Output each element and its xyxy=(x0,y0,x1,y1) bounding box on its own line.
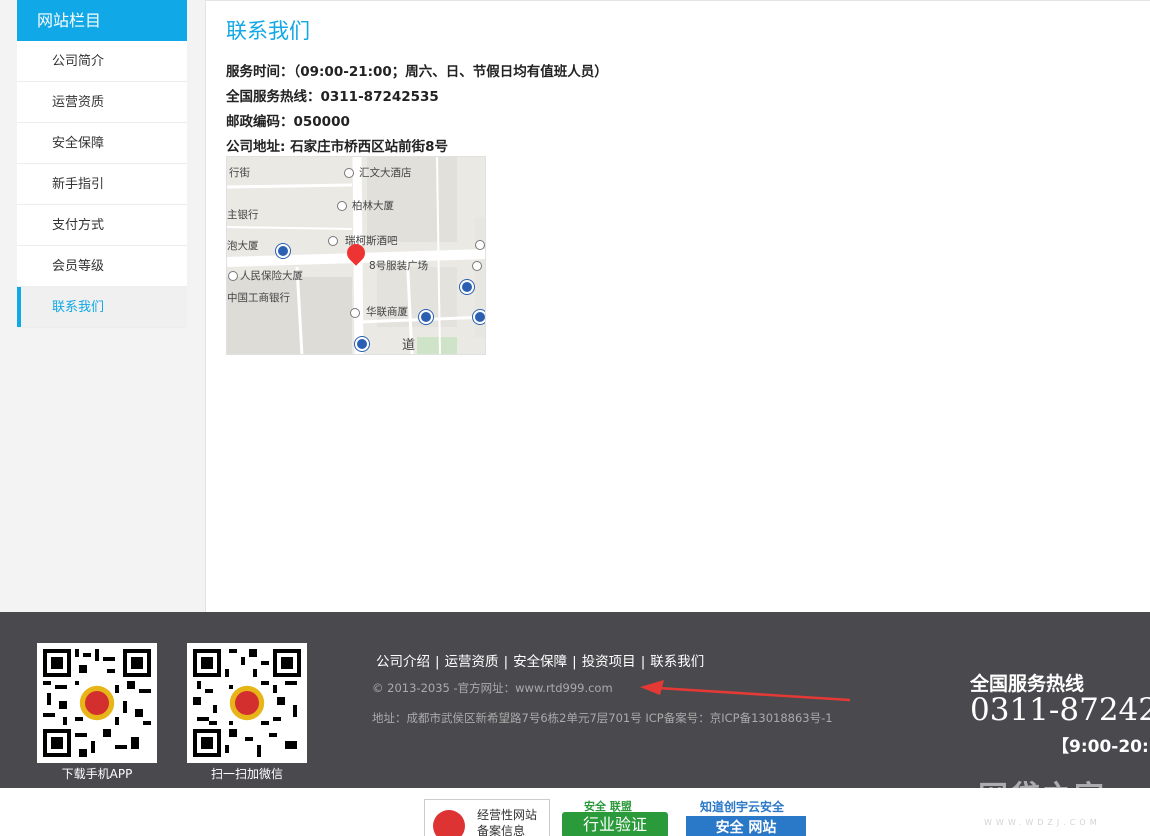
address-info: 公司地址: 石家庄市桥西区站前街8号 xyxy=(226,139,448,155)
footer-link-qualifications[interactable]: 运营资质 xyxy=(445,654,499,670)
sidebar-heading: 网站栏目 xyxy=(17,0,187,41)
badge-text: 经营性网站 xyxy=(477,808,538,822)
sidebar-item-payment[interactable]: 支付方式 xyxy=(17,205,187,246)
map-label: 中国工商银行 xyxy=(227,292,290,304)
hotel-icon xyxy=(344,168,354,178)
qr-app-caption: 下载手机APP xyxy=(61,767,133,781)
national-emblem-icon xyxy=(433,810,465,836)
poi-icon xyxy=(228,271,238,281)
industry-verification-badge[interactable]: 安全 联盟 行业验证 xyxy=(556,798,676,836)
qr-code-app xyxy=(37,643,157,763)
bus-stop-icon xyxy=(355,337,369,351)
badge-text: 备案信息 xyxy=(477,824,526,836)
watermark-url: WWW.WDZJ.COM xyxy=(984,818,1101,827)
badge-text: 安全 网站 xyxy=(686,816,806,836)
footer-address: 地址：成都市武侯区新希望路7号6栋2单元7层701号 ICP备案号：京ICP备1… xyxy=(372,711,833,725)
map-label: 人民保险大厦 xyxy=(240,270,303,282)
bus-stop-icon xyxy=(473,310,485,324)
poi-icon xyxy=(328,236,338,246)
bus-stop-icon xyxy=(419,310,433,324)
service-hours: 服务时间：（09:00-21:00；周六、日、节假日均有值班人员） xyxy=(226,64,608,80)
footer-links: 公司介绍 | 运营资质 | 安全保障 | 投资项目 | 联系我们 xyxy=(376,654,705,670)
map-label: 泡大厦 xyxy=(227,240,259,252)
postcode-info: 邮政编码：050000 xyxy=(226,114,350,130)
hotline-number: 0311-872425 xyxy=(970,692,1150,728)
qr-code-icon xyxy=(193,649,301,757)
copyright: © 2013-2035 -官方网址：www.rtd999.com xyxy=(372,681,613,695)
bus-stop-icon xyxy=(460,280,474,294)
map-label: 柏林大厦 xyxy=(352,200,394,212)
hotline-info: 全国服务热线：0311-87242535 xyxy=(226,89,439,105)
sidebar-item-qualifications[interactable]: 运营资质 xyxy=(17,82,187,123)
watermark-logo: 网贷之家 xyxy=(978,780,1106,815)
qr-code-icon xyxy=(43,649,151,757)
building-icon xyxy=(337,201,347,211)
poi-icon xyxy=(475,240,485,250)
map-label: 华联商厦 xyxy=(366,306,408,318)
store-icon xyxy=(350,308,360,318)
footer-link-projects[interactable]: 投资项目 xyxy=(582,654,636,670)
sidebar-item-security[interactable]: 安全保障 xyxy=(17,123,187,164)
sidebar-item-beginner-guide[interactable]: 新手指引 xyxy=(17,164,187,205)
bus-stop-icon xyxy=(276,244,290,258)
sidebar: 网站栏目 公司简介 运营资质 安全保障 新手指引 支付方式 会员等级 联系我们 xyxy=(17,0,187,328)
map-label: 行街 xyxy=(229,167,250,179)
qr-code-wechat xyxy=(187,643,307,763)
badge-text: 行业验证 xyxy=(562,812,668,836)
annotation-arrow-icon xyxy=(640,680,851,702)
sidebar-item-company-intro[interactable]: 公司简介 xyxy=(17,41,187,82)
footer-link-company[interactable]: 公司介绍 xyxy=(376,654,430,670)
website-record-badge[interactable]: 经营性网站 备案信息 xyxy=(424,799,550,836)
footer: 下载手机APP 扫一扫加微信 公司介绍 | 运营资质 | 安全保障 | 投资项目 | 联系我们 … xyxy=(0,612,1150,788)
poi-icon xyxy=(472,261,482,271)
map-label: 道 xyxy=(402,338,416,353)
footer-link-security[interactable]: 安全保障 xyxy=(513,654,567,670)
page-title: 联系我们 xyxy=(226,19,310,43)
cloud-security-badge[interactable]: 知道创宇云安全 安全 网站 xyxy=(682,798,812,836)
main-content: 联系我们 服务时间：（09:00-21:00；周六、日、节假日均有值班人员） 全… xyxy=(205,0,1150,612)
sidebar-item-contact[interactable]: 联系我们 xyxy=(17,287,187,328)
map-label: 主银行 xyxy=(227,209,259,221)
map-label: 汇文大酒店 xyxy=(359,167,412,179)
hotline-hours: 【9:00-20: xyxy=(1052,737,1149,757)
sidebar-item-membership[interactable]: 会员等级 xyxy=(17,246,187,287)
badge-text: 知道创宇云安全 xyxy=(700,800,785,814)
map-label: 8号服装广场 xyxy=(369,260,429,272)
qr-wechat-caption: 扫一扫加微信 xyxy=(210,767,283,781)
location-map[interactable]: 行街 汇文大酒店 柏林大厦 主银行 瑞柯斯酒吧 泡大厦 8号服装广场 人民保险大… xyxy=(226,156,486,355)
